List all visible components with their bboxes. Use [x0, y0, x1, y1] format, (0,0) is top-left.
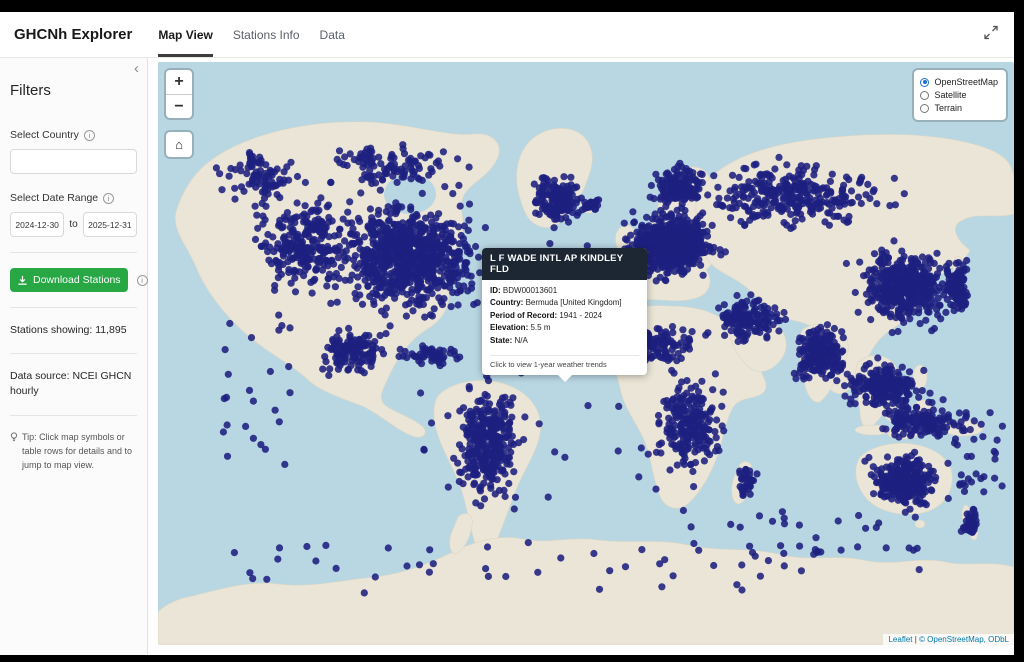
popup-footer: Click to view 1-year weather trends — [490, 355, 639, 375]
osm-link[interactable]: © OpenStreetMap, ODbL — [919, 635, 1009, 644]
home-button[interactable]: ⌂ — [166, 132, 192, 157]
tip-note: Tip: Click map symbols or table rows for… — [10, 431, 137, 473]
download-row: Download Stations i — [10, 268, 137, 292]
layer-label: OpenStreetMap — [934, 77, 998, 87]
popup-title: L F WADE INTL AP KINDLEY FLD — [482, 248, 647, 280]
attribution-separator: | — [915, 635, 917, 644]
date-range-row: 2024-12-30 to 2025-12-31 — [10, 212, 137, 237]
divider — [10, 307, 137, 308]
lightbulb-icon — [10, 432, 18, 443]
layer-option-terrain[interactable]: Terrain — [920, 102, 998, 114]
popup-row-period: Period of Record: 1941 - 2024 — [490, 310, 639, 322]
radio-icon[interactable] — [920, 78, 929, 87]
download-icon — [17, 275, 28, 286]
layer-option-satellite[interactable]: Satellite — [920, 89, 998, 101]
zoom-control: + − — [166, 70, 192, 118]
tab-stations-info[interactable]: Stations Info — [233, 12, 300, 57]
radio-icon[interactable] — [920, 104, 929, 113]
date-to-input[interactable]: 2025-12-31 — [83, 212, 137, 237]
select-country-label: Select Country i — [10, 129, 137, 141]
popup-row-id: ID: BDW00013601 — [490, 285, 639, 297]
sidebar-collapse-icon[interactable]: ‹ — [134, 60, 139, 77]
tip-text: Tip: Click map symbols or table rows for… — [22, 431, 137, 473]
divider — [10, 353, 137, 354]
data-source: Data source: NCEI GHCN hourly — [10, 369, 137, 399]
layer-control: OpenStreetMap Satellite Terrain — [914, 70, 1006, 120]
popup-row-state: State: N/A — [490, 335, 639, 347]
date-to-word: to — [68, 219, 78, 230]
popup-row-elevation: Elevation: 5.5 m — [490, 322, 639, 334]
radio-icon[interactable] — [920, 91, 929, 100]
download-label: Download Stations — [33, 274, 121, 286]
select-date-range-label: Select Date Range i — [10, 192, 137, 204]
map-attribution: Leaflet | © OpenStreetMap, ODbL — [883, 634, 1014, 645]
layer-label: Terrain — [934, 103, 962, 113]
select-date-range-text: Select Date Range — [10, 192, 98, 204]
app-header: GHCNh Explorer Map View Stations Info Da… — [0, 12, 1014, 58]
filters-heading: Filters — [10, 82, 137, 99]
select-country-text: Select Country — [10, 129, 79, 141]
country-info-icon[interactable]: i — [84, 130, 95, 141]
fullscreen-icon[interactable] — [984, 25, 998, 44]
popup-row-country: Country: Bermuda [United Kingdom] — [490, 297, 639, 309]
zoom-in-button[interactable]: + — [166, 70, 192, 94]
layer-label: Satellite — [934, 90, 966, 100]
date-from-input[interactable]: 2024-12-30 — [10, 212, 64, 237]
zoom-out-button[interactable]: − — [166, 94, 192, 118]
stations-count: Stations showing: 11,895 — [10, 323, 137, 338]
app-window: GHCNh Explorer Map View Stations Info Da… — [0, 12, 1014, 655]
divider — [10, 252, 137, 253]
filters-sidebar: ‹ Filters Select Country i Select Date R… — [0, 58, 148, 655]
map-canvas[interactable]: + − ⌂ OpenStreetMap Satellite — [158, 62, 1014, 645]
tab-map-view[interactable]: Map View — [158, 12, 212, 57]
popup-body: ID: BDW00013601 Country: Bermuda [United… — [482, 280, 647, 351]
station-popup[interactable]: L F WADE INTL AP KINDLEY FLD ID: BDW0001… — [482, 248, 647, 375]
tab-data[interactable]: Data — [320, 12, 345, 57]
main-content: + − ⌂ OpenStreetMap Satellite — [148, 58, 1014, 655]
layer-option-openstreetmap[interactable]: OpenStreetMap — [920, 76, 998, 88]
download-stations-button[interactable]: Download Stations — [10, 268, 128, 292]
date-info-icon[interactable]: i — [103, 193, 114, 204]
divider — [10, 415, 137, 416]
app-title: GHCNh Explorer — [14, 26, 132, 43]
download-info-icon[interactable]: i — [137, 275, 148, 286]
leaflet-link[interactable]: Leaflet — [888, 635, 912, 644]
tab-bar: Map View Stations Info Data — [158, 12, 345, 57]
country-input[interactable] — [10, 149, 137, 174]
